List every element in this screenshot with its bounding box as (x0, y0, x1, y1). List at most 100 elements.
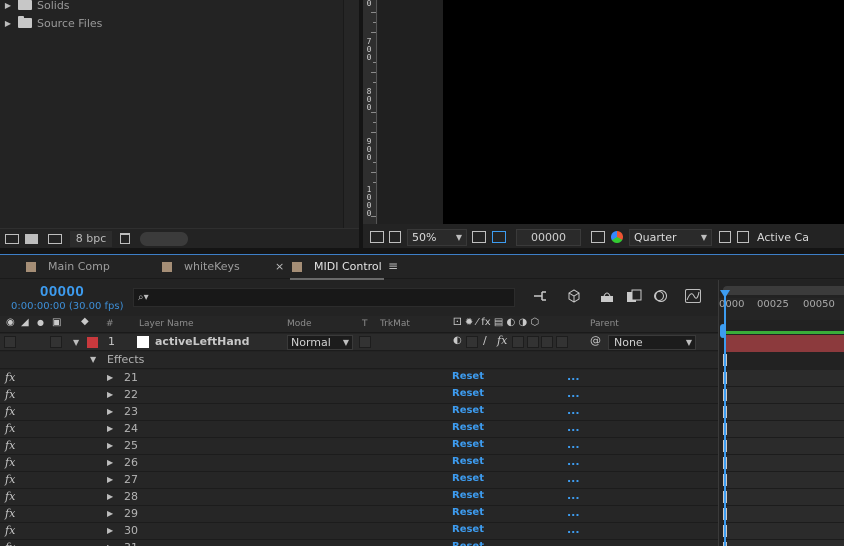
fx-icon[interactable]: fx (5, 473, 15, 486)
effect-options-link[interactable]: ... (567, 523, 580, 536)
effect-track[interactable] (723, 455, 844, 472)
effect-row[interactable]: fx ▶ 23 Reset... (0, 404, 718, 421)
expand-triangle-icon[interactable]: ▶ (107, 390, 113, 399)
effect-row[interactable]: fx ▶ 22 Reset... (0, 387, 718, 404)
new-composition-icon[interactable] (48, 233, 62, 244)
reset-link[interactable]: Reset (452, 541, 484, 546)
layer-duration-bar[interactable] (726, 335, 844, 352)
label-tag-icon[interactable]: ◆ (81, 316, 89, 327)
layer-row[interactable]: ▼ 1 activeLeftHand Normal ▼ ◐ ∕ fx @ None… (0, 334, 718, 351)
frame-blending-icon[interactable] (626, 289, 642, 303)
expand-triangle-icon[interactable]: ▶ (107, 407, 113, 416)
expand-triangle-icon[interactable]: ▶ (107, 509, 113, 518)
quality-switch-icon[interactable]: ∕ (483, 334, 487, 347)
playhead-handle-icon[interactable] (720, 290, 730, 298)
column-layer-name[interactable]: Layer Name (139, 319, 194, 329)
effect-row[interactable]: fx ▶ 30 Reset... (0, 523, 718, 540)
fx-icon[interactable]: fx (5, 507, 15, 520)
effect-row[interactable]: fx ▶ 25 Reset... (0, 438, 718, 455)
effect-row[interactable]: fx ▶ 27 Reset... (0, 472, 718, 489)
reset-link[interactable]: Reset (452, 507, 484, 518)
effect-options-link[interactable]: ... (567, 540, 580, 546)
effect-options-link[interactable]: ... (567, 455, 580, 468)
playhead[interactable] (724, 292, 726, 546)
reset-link[interactable]: Reset (452, 405, 484, 416)
effect-track[interactable] (723, 421, 844, 438)
effect-row[interactable]: fx▶31Reset... (0, 540, 718, 546)
effect-track[interactable] (723, 523, 844, 540)
hide-shy-layers-icon[interactable] (599, 289, 615, 303)
magnification-dropdown[interactable]: 50% ▼ (407, 228, 467, 246)
eye-icon[interactable]: ◉ (6, 317, 15, 328)
lock-icon[interactable]: ▣ (52, 317, 61, 328)
fx-icon[interactable]: fx (5, 371, 15, 384)
expand-triangle-icon[interactable]: ▶ (2, 1, 14, 10)
expand-triangle-icon[interactable]: ▼ (73, 338, 79, 347)
fast-previews-icon[interactable] (719, 231, 731, 243)
lock-toggle[interactable] (50, 336, 62, 348)
effect-options-link[interactable]: ... (567, 370, 580, 383)
effect-row[interactable]: fx ▶ 24 Reset... (0, 421, 718, 438)
color-channels-icon[interactable] (611, 231, 623, 243)
reset-link[interactable]: Reset (452, 524, 484, 535)
tab-whitekeys[interactable]: whiteKeys (162, 255, 240, 279)
time-ruler[interactable]: 0000 00025 00050 (719, 298, 844, 320)
close-tab-icon[interactable]: × (275, 260, 284, 273)
expand-triangle-icon[interactable]: ▶ (107, 526, 113, 535)
effect-options-link[interactable]: ... (567, 506, 580, 519)
effect-options-link[interactable]: ... (567, 489, 580, 502)
collapse-switch[interactable] (466, 336, 478, 348)
composition-mini-flowchart-icon[interactable] (533, 289, 549, 303)
fx-icon[interactable]: fx (5, 422, 15, 435)
current-time-display[interactable]: 00000 (40, 283, 84, 300)
preserve-transparency-toggle[interactable] (359, 336, 371, 348)
reset-link[interactable]: Reset (452, 439, 484, 450)
expand-triangle-icon[interactable]: ▼ (90, 355, 96, 364)
effect-track[interactable] (723, 489, 844, 506)
expand-triangle-icon[interactable]: ▶ (107, 373, 113, 382)
time-navigator[interactable] (723, 286, 844, 295)
transparency-grid-icon[interactable] (737, 231, 749, 243)
effect-options-link[interactable]: ... (567, 472, 580, 485)
graph-editor-icon[interactable] (685, 289, 701, 303)
resolution-dropdown[interactable]: Quarter ▼ (629, 228, 712, 246)
effects-group-row[interactable]: ▼ Effects (0, 352, 718, 369)
bpc-button[interactable]: 8 bpc (70, 230, 112, 247)
layer-label-color[interactable] (87, 337, 98, 348)
parent-dropdown[interactable]: None ▼ (608, 335, 696, 350)
effects-switch-icon[interactable]: fx (497, 334, 507, 347)
fx-icon[interactable]: fx (5, 541, 15, 546)
interpret-footage-icon[interactable] (5, 233, 19, 244)
reset-link[interactable]: Reset (452, 490, 484, 501)
tab-midi-control[interactable]: MIDI Control (290, 255, 384, 280)
effect-row[interactable]: fx ▶ 29 Reset... (0, 506, 718, 523)
effect-track[interactable] (723, 387, 844, 404)
expand-triangle-icon[interactable]: ▶ (107, 424, 113, 433)
effect-track[interactable] (723, 404, 844, 421)
camera-snapshot-icon[interactable] (591, 231, 605, 243)
solo-icon[interactable]: ● (37, 318, 44, 327)
blend-mode-dropdown[interactable]: Normal ▼ (287, 335, 353, 350)
region-of-interest-icon[interactable] (492, 231, 506, 243)
reset-link[interactable]: Reset (452, 422, 484, 433)
timeline-graph[interactable]: 0000 00025 00050 (718, 280, 844, 546)
monitor-icon[interactable] (389, 231, 401, 243)
expand-triangle-icon[interactable]: ▶ (107, 441, 113, 450)
motion-blur-switch[interactable] (527, 336, 539, 348)
effect-options-link[interactable]: ... (567, 387, 580, 400)
new-folder-icon[interactable] (25, 233, 38, 244)
expand-triangle-icon[interactable]: ▶ (107, 492, 113, 501)
project-item-solids[interactable]: ▶ Solids (0, 0, 70, 14)
viewer-timecode[interactable]: 00000 (516, 228, 581, 246)
shy-switch-icon[interactable]: ◐ (453, 335, 462, 346)
effect-track[interactable] (723, 540, 844, 546)
pick-whip-icon[interactable]: @ (590, 334, 601, 347)
fx-icon[interactable]: fx (5, 456, 15, 469)
fx-icon[interactable]: fx (5, 524, 15, 537)
always-preview-icon[interactable] (370, 231, 384, 243)
effect-row[interactable]: fx ▶ 28 Reset... (0, 489, 718, 506)
effect-options-link[interactable]: ... (567, 404, 580, 417)
reset-link[interactable]: Reset (452, 473, 484, 484)
3d-layer-switch[interactable] (556, 336, 568, 348)
motion-blur-icon[interactable] (652, 289, 668, 303)
